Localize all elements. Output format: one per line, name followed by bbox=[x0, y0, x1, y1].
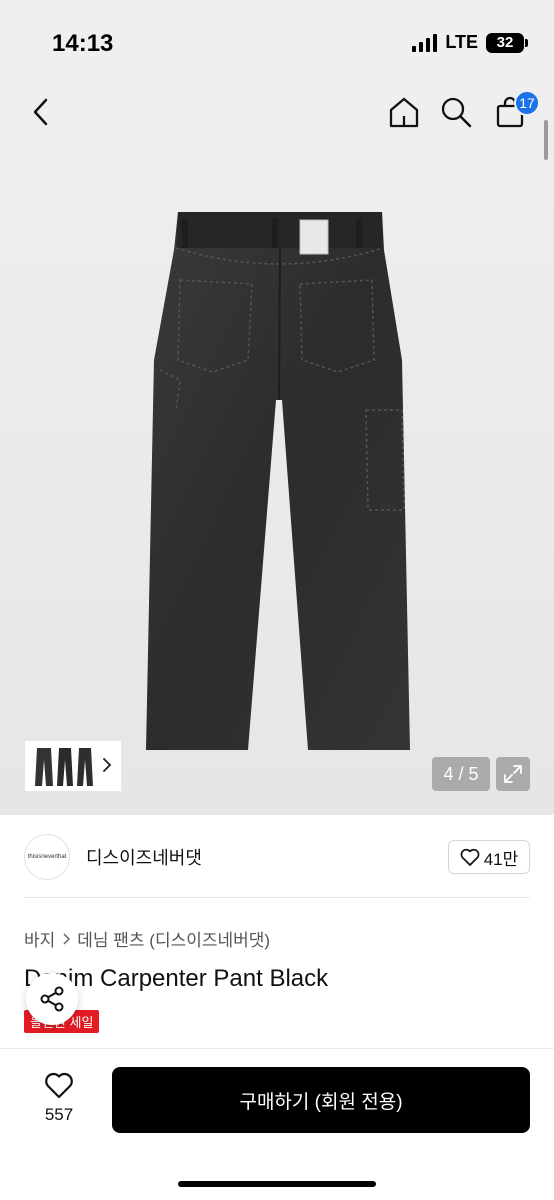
heart-icon bbox=[460, 848, 480, 866]
chevron-left-icon bbox=[33, 98, 48, 126]
brand-like-count: 41만 bbox=[483, 849, 519, 869]
wishlist-button[interactable]: 557 bbox=[28, 1071, 90, 1125]
status-time: 14:13 bbox=[52, 30, 114, 57]
buy-button[interactable]: 구매하기 (회원 전용) bbox=[112, 1067, 530, 1133]
thumbnail-strip[interactable] bbox=[25, 741, 121, 791]
back-button[interactable] bbox=[22, 92, 62, 132]
signal-icon bbox=[412, 33, 438, 52]
brand-logo-text: thisisneverthat bbox=[27, 854, 67, 860]
breadcrumb-category[interactable]: 바지 bbox=[24, 926, 55, 951]
product-image bbox=[146, 212, 410, 750]
divider bbox=[24, 897, 530, 898]
chevron-right-icon bbox=[63, 932, 71, 945]
chevron-right-icon bbox=[103, 758, 112, 772]
search-icon bbox=[441, 97, 472, 128]
home-indicator bbox=[178, 1181, 376, 1187]
search-button[interactable] bbox=[436, 92, 476, 132]
battery-icon: 32 bbox=[486, 32, 528, 53]
thumbnail-image[interactable] bbox=[31, 744, 97, 788]
status-indicators: LTE 32 bbox=[412, 32, 528, 53]
share-icon bbox=[40, 986, 64, 1012]
wishlist-count: 557 bbox=[44, 1105, 74, 1124]
status-bar: 14:13 LTE 32 bbox=[0, 0, 554, 80]
home-button[interactable] bbox=[384, 92, 424, 132]
brand-row[interactable]: thisisneverthat 디스이즈네버댓 41만 bbox=[24, 832, 530, 882]
network-type: LTE bbox=[445, 32, 478, 52]
cart-count-badge: 17 bbox=[514, 90, 540, 116]
brand-logo[interactable]: thisisneverthat bbox=[24, 834, 70, 880]
bottom-action-bar: 557 구매하기 (회원 전용) bbox=[0, 1048, 554, 1200]
image-counter: 4 / 5 bbox=[432, 757, 490, 791]
product-gallery[interactable]: 17 4 / 5 bbox=[0, 80, 554, 815]
heart-icon bbox=[45, 1072, 73, 1099]
share-button[interactable] bbox=[26, 973, 78, 1025]
battery-level: 32 bbox=[496, 34, 514, 51]
breadcrumb: 바지 데님 팬츠 (디스이즈네버댓) bbox=[24, 926, 270, 951]
scrollbar[interactable] bbox=[544, 120, 548, 160]
cart-button[interactable]: 17 bbox=[490, 90, 540, 132]
expand-icon bbox=[504, 765, 522, 783]
brand-name[interactable]: 디스이즈네버댓 bbox=[86, 844, 202, 870]
home-icon bbox=[389, 97, 419, 128]
brand-like-button[interactable]: 41만 bbox=[448, 840, 530, 874]
expand-button[interactable] bbox=[496, 757, 530, 791]
breadcrumb-subcategory[interactable]: 데님 팬츠 (디스이즈네버댓) bbox=[77, 926, 270, 951]
